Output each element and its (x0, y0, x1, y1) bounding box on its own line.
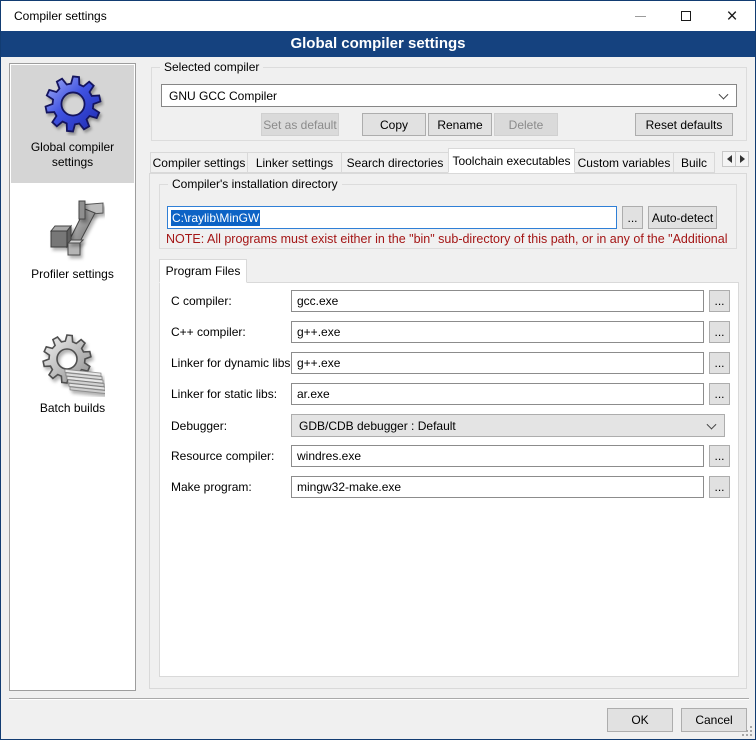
resource-compiler-label: Resource compiler: (171, 449, 274, 463)
resource-compiler-browse-button[interactable]: ... (709, 445, 730, 467)
window-title: Compiler settings (14, 9, 107, 23)
linker-dynamic-browse-button[interactable]: ... (709, 352, 730, 374)
bin-directory-note: NOTE: All programs must exist either in … (166, 232, 733, 246)
make-program-browse-button[interactable]: ... (709, 476, 730, 498)
linker-dynamic-input[interactable] (291, 352, 704, 374)
caption-buttons: × (617, 1, 755, 31)
browse-directory-button[interactable]: ... (622, 206, 643, 229)
sidebar-item-label: Profiler settings (18, 267, 128, 282)
settings-category-list: Global compiler settings Profiler settin… (9, 63, 136, 691)
tab-scroll-right-button[interactable] (735, 151, 749, 167)
auto-detect-button[interactable]: Auto-detect (648, 206, 717, 229)
close-icon: × (726, 7, 737, 26)
tab-build-options-clipped[interactable]: Builc (673, 152, 715, 173)
c-compiler-browse-button[interactable]: ... (709, 290, 730, 312)
maximize-button[interactable] (663, 1, 709, 31)
sidebar-item-profiler-settings[interactable]: Profiler settings (11, 192, 134, 298)
linker-static-browse-button[interactable]: ... (709, 383, 730, 405)
cpp-compiler-browse-button[interactable]: ... (709, 321, 730, 343)
titlebar[interactable]: Compiler settings × (1, 1, 755, 31)
arrow-left-icon (727, 155, 732, 163)
copy-button[interactable]: Copy (362, 113, 426, 136)
sidebar-item-global-compiler-settings[interactable]: Global compiler settings (11, 65, 134, 183)
resource-compiler-input[interactable] (291, 445, 704, 467)
tab-custom-variables[interactable]: Custom variables (574, 152, 674, 173)
blue-gear-icon (41, 72, 105, 136)
caliper-icon (41, 199, 105, 263)
cpp-compiler-input[interactable] (291, 321, 704, 343)
tab-compiler-settings[interactable]: Compiler settings (150, 152, 248, 173)
compiler-settings-dialog: Compiler settings × Global compiler sett… (0, 0, 756, 740)
installation-directory-input[interactable]: C:\raylib\MinGW (167, 206, 617, 229)
page-title: Global compiler settings (1, 31, 755, 57)
tab-scroll-buttons (723, 151, 749, 167)
subtab-program-files[interactable]: Program Files (159, 259, 247, 283)
cancel-button[interactable]: Cancel (681, 708, 747, 732)
debugger-select[interactable]: GDB/CDB debugger : Default (291, 414, 725, 437)
linker-static-input[interactable] (291, 383, 704, 405)
minimize-icon (635, 16, 646, 17)
selected-compiler-group-label: Selected compiler (160, 60, 263, 74)
rename-button[interactable]: Rename (428, 113, 492, 136)
minimize-button[interactable] (617, 1, 663, 31)
maximize-icon (681, 11, 691, 21)
tab-toolchain-executables[interactable]: Toolchain executables (448, 148, 575, 173)
debugger-label: Debugger: (171, 419, 227, 433)
c-compiler-input[interactable] (291, 290, 704, 312)
delete-button[interactable]: Delete (494, 113, 558, 136)
ok-button[interactable]: OK (607, 708, 673, 732)
compiler-select[interactable]: GNU GCC Compiler (161, 84, 737, 107)
linker-dynamic-label: Linker for dynamic libs: (171, 356, 294, 370)
arrow-right-icon (740, 155, 745, 163)
tab-search-directories[interactable]: Search directories (341, 152, 449, 173)
settings-tabstrip: Compiler settings Linker settings Search… (151, 148, 715, 173)
make-program-label: Make program: (171, 480, 252, 494)
cpp-compiler-label: C++ compiler: (171, 325, 246, 339)
tab-linker-settings[interactable]: Linker settings (247, 152, 342, 173)
close-button[interactable]: × (709, 1, 755, 31)
make-program-input[interactable] (291, 476, 704, 498)
compiler-select-value: GNU GCC Compiler (169, 89, 277, 103)
gray-gear-stack-icon (41, 333, 105, 397)
sidebar-item-batch-builds[interactable]: Batch builds (11, 326, 134, 432)
installation-directory-selected-text: C:\raylib\MinGW (171, 210, 260, 226)
sidebar-item-label: Batch builds (18, 401, 128, 416)
chevron-down-icon (719, 89, 729, 99)
set-as-default-button[interactable]: Set as default (261, 113, 339, 136)
reset-defaults-button[interactable]: Reset defaults (635, 113, 733, 136)
footer-divider (9, 698, 749, 700)
sidebar-item-label: Global compiler settings (18, 140, 128, 170)
c-compiler-label: C compiler: (171, 294, 232, 308)
debugger-select-value: GDB/CDB debugger : Default (299, 419, 456, 433)
installation-directory-group-label: Compiler's installation directory (168, 177, 342, 191)
tab-scroll-left-button[interactable] (722, 151, 736, 167)
resize-grip-icon[interactable] (740, 724, 752, 736)
chevron-down-icon (707, 419, 717, 429)
linker-static-label: Linker for static libs: (171, 387, 277, 401)
